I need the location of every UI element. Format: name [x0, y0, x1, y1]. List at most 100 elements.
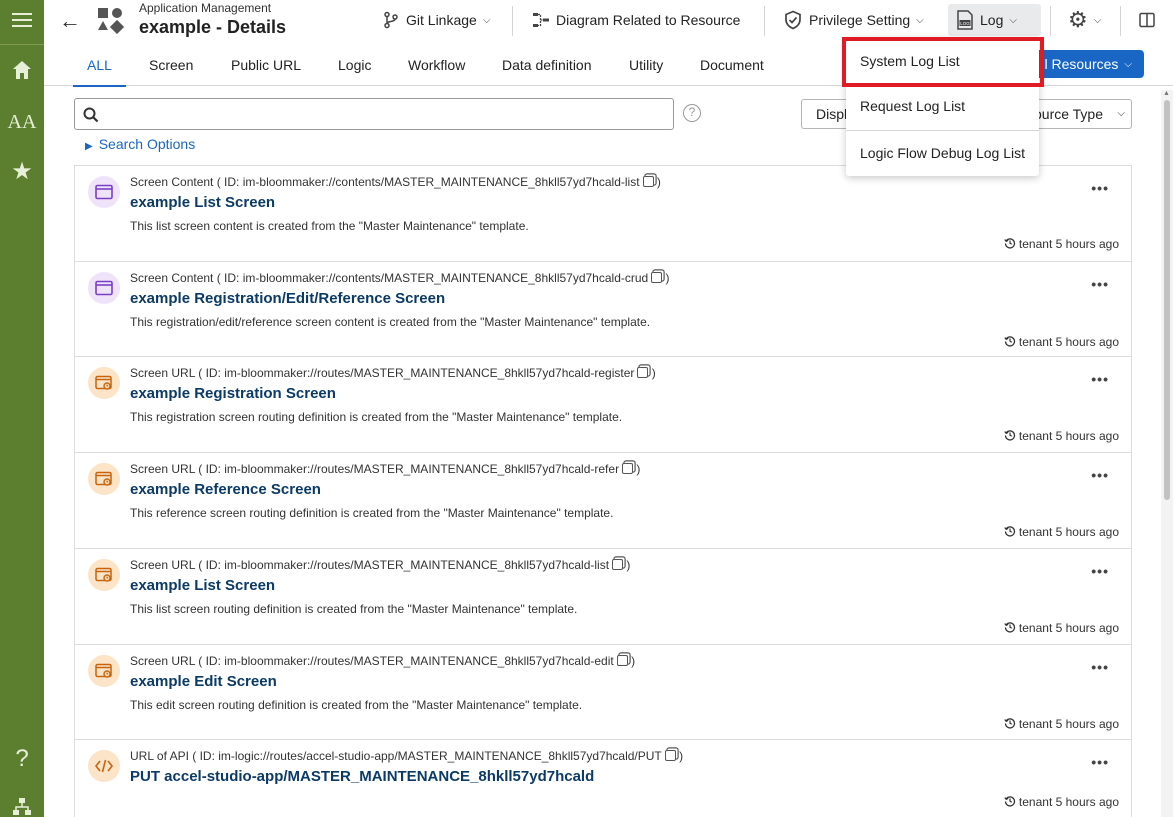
list-item[interactable]: Screen URL ( ID: im-bloommaker://routes/… [75, 453, 1131, 549]
tab-utility[interactable]: Utility [629, 44, 663, 86]
timestamp-label: tenant 5 hours ago [1018, 335, 1119, 349]
resource-name[interactable]: example List Screen [130, 194, 275, 211]
resource-description: This reference screen routing definition… [130, 506, 614, 520]
search-input[interactable] [107, 103, 667, 125]
chevron-down-icon: ⌵ [482, 14, 491, 26]
settings-button[interactable]: ⚙ ⌵ [1060, 4, 1109, 36]
diagram-button[interactable]: Diagram Related to Resource [524, 4, 748, 36]
resource-name[interactable]: example Reference Screen [130, 481, 321, 498]
resource-description: This registration/edit/reference screen … [130, 315, 651, 329]
git-branch-icon [384, 11, 398, 29]
resource-name[interactable]: PUT accel-studio-app/MASTER_MAINTENANCE_… [130, 768, 594, 785]
timestamp-label: tenant 5 hours ago [1018, 237, 1119, 251]
hamburger-menu-icon[interactable] [0, 6, 44, 34]
tab-document[interactable]: Document [700, 44, 764, 86]
side-rail: AA ★ ? [0, 0, 44, 817]
list-item[interactable]: Screen URL ( ID: im-bloommaker://routes/… [75, 549, 1131, 645]
app-shapes-icon [96, 6, 125, 35]
resource-timestamp: tenant 5 hours ago [1004, 429, 1119, 443]
more-options-icon[interactable]: ••• [1091, 563, 1109, 579]
question-icon[interactable]: ? [683, 104, 701, 122]
history-icon [1004, 238, 1016, 249]
header-divider [1050, 6, 1051, 36]
rail-divider [0, 44, 44, 45]
tab-data-definition[interactable]: Data definition [502, 44, 592, 86]
font-size-icon[interactable]: AA [0, 108, 44, 136]
panel-toggle-button[interactable] [1131, 4, 1163, 36]
breadcrumb[interactable]: Application Management [139, 1, 271, 15]
window-icon [88, 272, 120, 304]
resource-type-label: ource Type [1034, 106, 1104, 122]
search-box [74, 98, 674, 130]
list-item[interactable]: URL of API ( ID: im-logic://routes/accel… [75, 740, 1131, 817]
tab-logic[interactable]: Logic [338, 44, 371, 86]
header-divider [512, 6, 513, 36]
more-options-icon[interactable]: ••• [1091, 754, 1109, 770]
history-icon [1004, 526, 1016, 537]
log-button[interactable]: LOG Log ⌵ [948, 4, 1041, 36]
resource-id: im-bloommaker://contents/MASTER_MAINTENA… [242, 175, 640, 189]
home-icon[interactable] [0, 56, 44, 84]
git-linkage-button[interactable]: Git Linkage ⌵ [374, 4, 498, 36]
list-item[interactable]: Screen URL ( ID: im-bloommaker://routes/… [75, 645, 1131, 740]
chevron-down-icon: ⌵ [1093, 14, 1102, 26]
menu-item-request-log-list[interactable]: Request Log List [846, 98, 1039, 114]
more-options-icon[interactable]: ••• [1091, 180, 1109, 196]
copy-icon[interactable] [616, 655, 628, 666]
copy-icon[interactable] [651, 272, 663, 283]
resource-type: URL of API [130, 749, 189, 763]
star-icon[interactable]: ★ [0, 157, 44, 185]
tab-screen[interactable]: Screen [149, 44, 193, 86]
list-item[interactable]: Screen URL ( ID: im-bloommaker://routes/… [75, 357, 1131, 453]
caret-right-icon: ▶ [85, 141, 93, 152]
resource-name[interactable]: example Registration Screen [130, 385, 336, 402]
code-icon [88, 750, 120, 782]
back-arrow-icon[interactable]: ← [58, 9, 82, 33]
search-options-toggle[interactable]: ▶ Search Options [85, 136, 195, 152]
copy-icon[interactable] [622, 463, 634, 474]
sitemap-icon[interactable] [0, 795, 44, 817]
all-resources-label: l Resources [1044, 56, 1119, 72]
page-title: example - Details [139, 17, 287, 37]
menu-item-logic-flow-debug-log-list[interactable]: Logic Flow Debug Log List [846, 145, 1039, 161]
copy-icon[interactable] [612, 559, 624, 570]
more-options-icon[interactable]: ••• [1091, 276, 1109, 292]
more-options-icon[interactable]: ••• [1091, 467, 1109, 483]
tab-workflow[interactable]: Workflow [408, 44, 465, 86]
log-label: Log [980, 12, 1004, 28]
scrollbar-thumb[interactable] [1164, 100, 1170, 500]
resource-timestamp: tenant 5 hours ago [1004, 525, 1119, 539]
timestamp-label: tenant 5 hours ago [1018, 717, 1119, 731]
copy-icon[interactable] [637, 367, 649, 378]
chevron-down-icon: ⌵ [1009, 14, 1017, 26]
resource-meta: Screen URL ( ID: im-bloommaker://routes/… [130, 462, 641, 476]
route-icon [88, 655, 120, 687]
scroll-up-icon[interactable]: ▲ [1163, 90, 1170, 97]
tab-all[interactable]: ALL [73, 44, 126, 87]
more-options-icon[interactable]: ••• [1091, 659, 1109, 675]
resource-type: Screen URL [130, 462, 195, 476]
header-divider [764, 6, 765, 36]
header-divider [1120, 6, 1121, 36]
copy-icon[interactable] [664, 750, 676, 761]
resource-meta: Screen URL ( ID: im-bloommaker://routes/… [130, 558, 631, 572]
help-icon[interactable]: ? [0, 745, 44, 773]
tab-public-url[interactable]: Public URL [231, 44, 301, 86]
resource-name[interactable]: example Registration/Edit/Reference Scre… [130, 290, 445, 307]
list-item[interactable]: Screen Content ( ID: im-bloommaker://con… [75, 166, 1131, 262]
list-item[interactable]: Screen Content ( ID: im-bloommaker://con… [75, 262, 1131, 357]
git-linkage-label: Git Linkage [406, 12, 477, 28]
resource-description: This registration screen routing definit… [130, 410, 623, 424]
privilege-setting-button[interactable]: Privilege Setting ⌵ [775, 4, 932, 36]
resource-description: This list screen routing definition is c… [130, 602, 578, 616]
resource-id: im-bloommaker://contents/MASTER_MAINTENA… [242, 271, 649, 285]
resource-name[interactable]: example List Screen [130, 577, 275, 594]
privilege-setting-label: Privilege Setting [809, 12, 911, 28]
more-options-icon[interactable]: ••• [1091, 371, 1109, 387]
chevron-down-icon: ⌵ [1124, 58, 1132, 70]
scrollbar[interactable]: ▲ [1161, 90, 1173, 817]
diagram-icon [533, 13, 549, 27]
copy-icon[interactable] [642, 176, 654, 187]
resource-name[interactable]: example Edit Screen [130, 673, 277, 690]
resource-id: im-bloommaker://routes/MASTER_MAINTENANC… [224, 462, 620, 476]
